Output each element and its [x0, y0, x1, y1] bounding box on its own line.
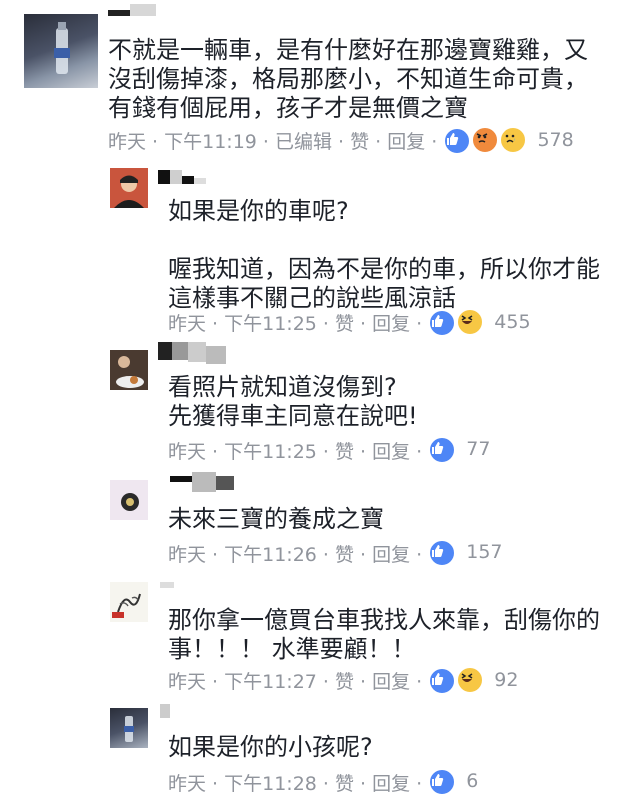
- comment-text: 看照片就知道沒傷到? 先獲得車主同意在說吧!: [168, 373, 418, 430]
- bottle-photo-icon: [124, 716, 134, 742]
- avatar[interactable]: [110, 480, 148, 520]
- reaction-count: 92: [494, 669, 519, 691]
- thumbs-up-icon: [428, 436, 457, 464]
- redacted-name: [158, 170, 206, 184]
- bottle-photo-icon: [54, 22, 70, 74]
- sad-face-icon: [499, 126, 528, 154]
- avatar[interactable]: [110, 168, 148, 208]
- food-photo-icon: [110, 350, 148, 390]
- avatar[interactable]: [110, 708, 148, 748]
- reactions[interactable]: 578: [443, 126, 574, 155]
- comment-text: 那你拿一億買台車我找人來靠，刮傷你的 事！！！ 水準要顧！！: [168, 606, 600, 663]
- redacted-name: [158, 342, 226, 364]
- comment-meta: 昨天 · 下午11:25 · 赞 · 回复 · 77: [168, 436, 490, 464]
- reactions[interactable]: 77: [428, 436, 490, 464]
- reactions[interactable]: 92: [428, 666, 518, 695]
- thumbs-up-icon: [428, 309, 457, 337]
- comment-meta: 昨天 · 下午11:27 · 赞 · 回复 · 92: [168, 666, 518, 695]
- thumbs-up-icon: [428, 667, 457, 695]
- avatar[interactable]: [110, 582, 148, 622]
- hand-photo-icon: [110, 480, 148, 520]
- comment-meta-text[interactable]: 昨天 · 下午11:25 · 赞 · 回复 ·: [168, 437, 422, 464]
- reactions[interactable]: 455: [428, 308, 531, 337]
- comment-meta: 昨天 · 下午11:25 · 赞 · 回复 · 455: [168, 308, 531, 337]
- thumbs-up-icon: [443, 127, 472, 155]
- comment-meta-text[interactable]: 昨天 · 下午11:27 · 赞 · 回复 ·: [168, 667, 422, 694]
- person-photo-icon: [110, 168, 148, 208]
- reaction-count: 77: [466, 438, 491, 460]
- comment-text: 未來三寶的養成之寶: [168, 505, 384, 533]
- comment-meta-text[interactable]: 昨天 · 下午11:26 · 赞 · 回复 ·: [168, 540, 422, 567]
- thumbs-up-icon: [428, 768, 457, 796]
- thumbs-up-icon: [428, 539, 457, 567]
- comment-meta: 昨天 · 下午11:28 · 赞 · 回复 · 6: [168, 768, 478, 796]
- reactions[interactable]: 6: [428, 768, 478, 796]
- comment-text: 如果是你的車呢? 喔我知道，因為不是你的車，所以你才能 這樣事不關己的說些風涼話: [168, 197, 600, 312]
- reaction-count: 578: [537, 129, 574, 151]
- laughing-face-icon: [456, 666, 485, 694]
- reaction-count: 6: [466, 770, 479, 792]
- comment-text: 不就是一輛車，是有什麼好在那邊寶雞雞，又 沒刮傷掉漆，格局那麼小，不知道生命可貴…: [108, 36, 588, 122]
- comment-meta-text[interactable]: 昨天 · 下午11:25 · 赞 · 回复 ·: [168, 309, 422, 336]
- reaction-count: 157: [466, 541, 503, 563]
- comment-meta: 昨天 · 下午11:19 · 已编辑 · 赞 · 回复 · 578: [108, 126, 574, 155]
- comment-meta: 昨天 · 下午11:26 · 赞 · 回复 · 157: [168, 539, 503, 567]
- redacted-name: [160, 704, 170, 718]
- reaction-count: 455: [494, 311, 531, 333]
- redacted-name: [160, 578, 174, 588]
- comment-meta-text[interactable]: 昨天 · 下午11:28 · 赞 · 回复 ·: [168, 769, 422, 796]
- angry-face-icon: [471, 126, 500, 154]
- comment-text: 如果是你的小孩呢?: [168, 733, 373, 761]
- ink-painting-photo-icon: [110, 582, 148, 622]
- redacted-name: [170, 472, 234, 492]
- avatar[interactable]: [110, 350, 148, 390]
- avatar[interactable]: [24, 14, 98, 88]
- laughing-face-icon: [456, 308, 485, 336]
- comment-meta-text[interactable]: 昨天 · 下午11:19 · 已编辑 · 赞 · 回复 ·: [108, 127, 437, 154]
- reactions[interactable]: 157: [428, 539, 503, 567]
- redacted-name: [108, 4, 156, 16]
